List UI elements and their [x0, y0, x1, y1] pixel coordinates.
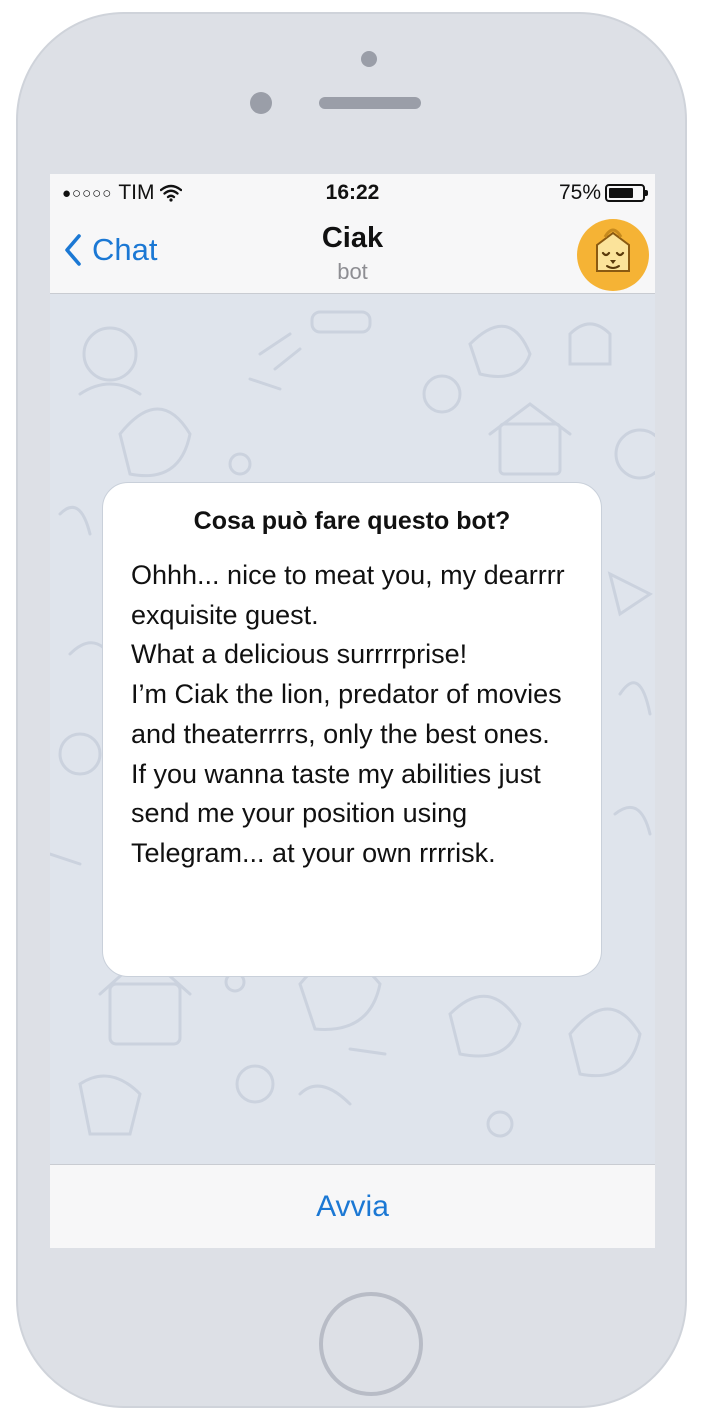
bot-info-card: Cosa può fare questo bot? Ohhh... nice t… — [102, 482, 602, 977]
start-button-label: Avvia — [316, 1189, 389, 1223]
chat-title: Ciak — [321, 222, 384, 254]
bot-info-line: What a delicious surrrrprise! — [131, 639, 468, 670]
start-button[interactable]: Avvia — [50, 1164, 655, 1248]
battery-percent: 75% — [558, 181, 601, 204]
bot-avatar[interactable] — [577, 219, 649, 291]
status-bar: ●○○○○ TIM 16:22 75% — [50, 174, 655, 214]
screen: ●○○○○ TIM 16:22 75% Chat Ciak bot Cosa p… — [50, 174, 655, 1248]
lion-avatar-icon — [596, 228, 630, 272]
front-camera — [361, 51, 377, 67]
status-right: 75% — [558, 181, 648, 205]
proximity-sensor — [250, 92, 272, 114]
nav-bar: Chat Ciak bot — [50, 214, 655, 294]
bot-info-line: Ohhh... nice to meat you, my dearrrr exq… — [131, 560, 565, 630]
bot-info-title: Cosa può fare questo bot? — [193, 507, 511, 535]
bot-info-line: If you wanna taste my abilities just sen… — [131, 758, 541, 868]
bot-info-line: I’m Ciak the lion, predator of movies an… — [131, 679, 562, 749]
battery-fill — [609, 188, 633, 198]
home-button[interactable] — [319, 1292, 423, 1396]
battery-tip — [645, 190, 648, 196]
battery-icon — [605, 184, 648, 202]
bot-info-description: Ohhh... nice to meat you, my dearrrr exq… — [131, 556, 581, 874]
chat-subtitle: bot — [337, 259, 368, 284]
earpiece-speaker — [319, 97, 421, 109]
